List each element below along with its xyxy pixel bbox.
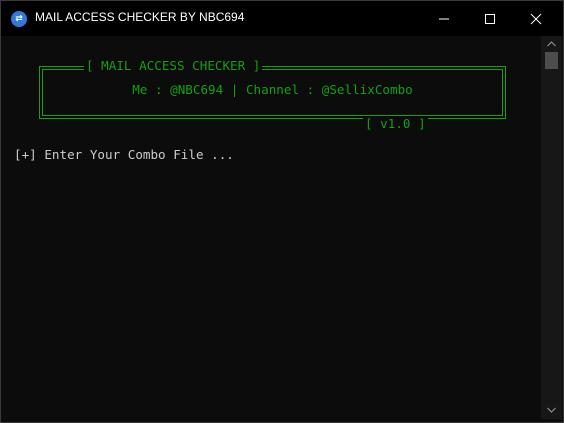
maximize-icon (485, 14, 495, 24)
minimize-button[interactable] (421, 1, 467, 36)
window-title: MAIL ACCESS CHECKER BY NBC694 (35, 10, 245, 24)
minimize-icon (439, 18, 449, 20)
combo-file-prompt: [+] Enter Your Combo File ... (14, 147, 234, 162)
console-window: ⇄ MAIL ACCESS CHECKER BY NBC694 [ MAIL A… (0, 0, 564, 423)
banner-box: [ MAIL ACCESS CHECKER ] Me : @NBC694 | C… (38, 56, 507, 132)
chevron-down-icon (547, 407, 556, 413)
scroll-up-button[interactable] (541, 36, 562, 53)
scroll-down-button[interactable] (541, 402, 562, 419)
banner-title: [ MAIL ACCESS CHECKER ] (84, 58, 263, 74)
banner-info: Me : @NBC694 | Channel : @SellixCombo (132, 82, 413, 97)
close-button[interactable] (513, 1, 559, 36)
scroll-thumb[interactable] (545, 52, 558, 69)
vertical-scrollbar[interactable] (541, 36, 562, 419)
maximize-button[interactable] (467, 1, 513, 36)
title-bar[interactable]: ⇄ MAIL ACCESS CHECKER BY NBC694 (1, 1, 563, 36)
close-icon (530, 13, 542, 25)
console-output[interactable]: [ MAIL ACCESS CHECKER ] Me : @NBC694 | C… (1, 36, 541, 419)
banner-version: [ v1.0 ] (363, 116, 428, 132)
app-icon[interactable]: ⇄ (11, 11, 27, 27)
chevron-up-icon (547, 41, 556, 47)
